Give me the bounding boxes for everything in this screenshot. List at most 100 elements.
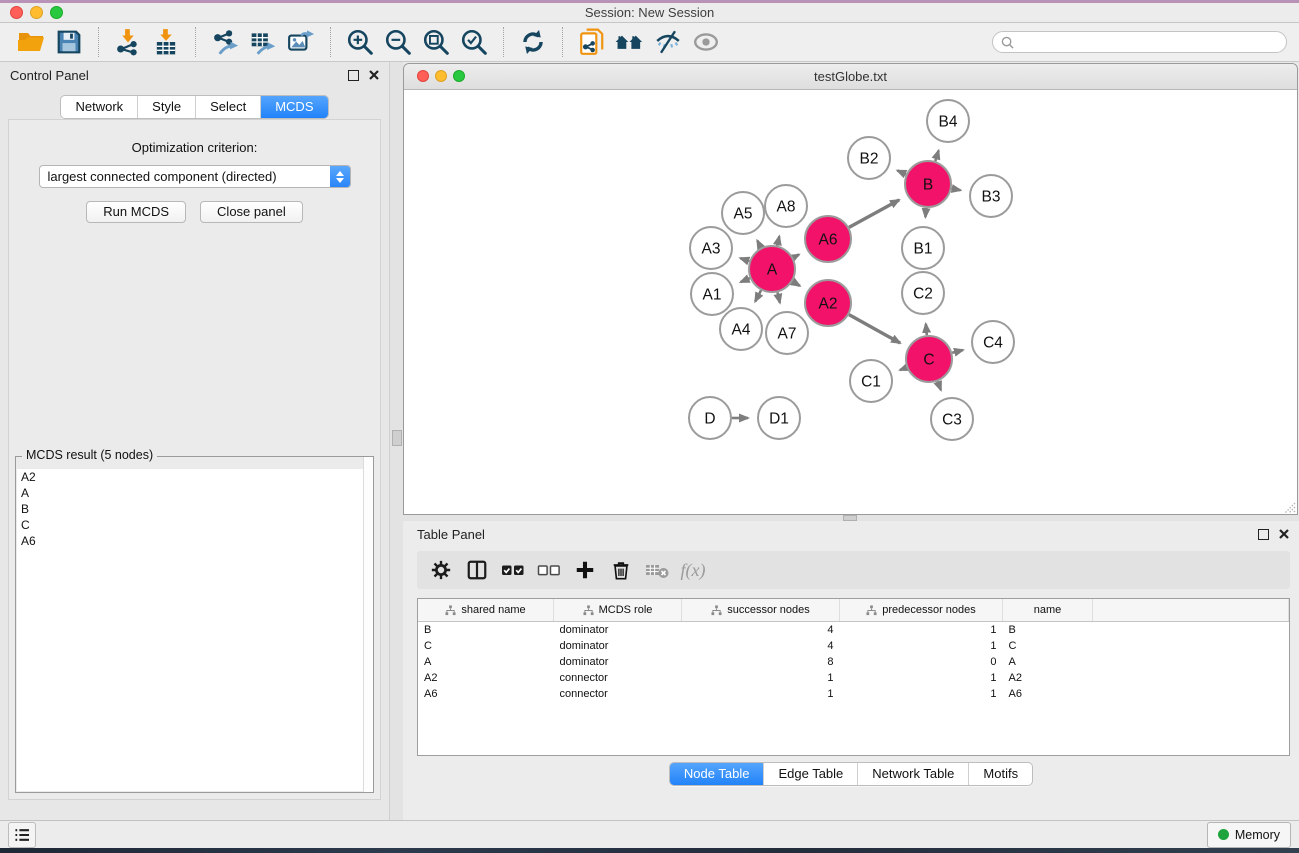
edge-C-C3[interactable] (938, 381, 941, 390)
edge-B-B4[interactable] (935, 151, 938, 162)
table-row[interactable]: Bdominator41B (418, 622, 1289, 639)
node-B2[interactable]: B2 (848, 137, 890, 179)
tab-motifs[interactable]: Motifs (968, 763, 1032, 785)
minimize-window-button[interactable] (30, 6, 43, 19)
network-window-titlebar[interactable]: testGlobe.txt (404, 64, 1297, 90)
network-minimize-button[interactable] (435, 70, 447, 82)
result-list-scrollbar[interactable] (363, 457, 373, 792)
edge-C-C2[interactable] (926, 324, 927, 335)
tab-style[interactable]: Style (137, 96, 195, 118)
node-B[interactable]: B (905, 161, 951, 207)
edge-A-A8[interactable] (777, 236, 779, 245)
vertical-splitter[interactable] (390, 62, 403, 820)
network-zoom-button[interactable] (453, 70, 465, 82)
edge-B-B3[interactable] (952, 189, 961, 191)
result-item[interactable]: A6 (17, 533, 372, 549)
refresh-icon[interactable] (516, 25, 550, 59)
hide-graphics-details-icon[interactable] (651, 25, 685, 59)
tab-node-table[interactable]: Node Table (670, 763, 764, 785)
result-item[interactable]: B (17, 501, 372, 517)
edge-A6-B[interactable] (849, 200, 899, 228)
edge-C-C1[interactable] (900, 368, 907, 371)
node-A1[interactable]: A1 (691, 273, 733, 315)
table-row[interactable]: Cdominator41C (418, 638, 1289, 654)
node-D[interactable]: D (689, 397, 731, 439)
import-network-icon[interactable] (111, 25, 145, 59)
node-C3[interactable]: C3 (931, 398, 973, 440)
clone-network-icon[interactable] (575, 25, 609, 59)
edge-A-A3[interactable] (740, 258, 749, 261)
result-item[interactable]: A (17, 485, 372, 501)
titlebar[interactable]: Session: New Session (0, 3, 1299, 23)
open-file-icon[interactable] (14, 25, 48, 59)
node-B3[interactable]: B3 (970, 175, 1012, 217)
search-box[interactable] (992, 31, 1287, 53)
column-header-successor-nodes[interactable]: successor nodes (682, 599, 840, 622)
unselect-all-columns-icon[interactable] (531, 554, 567, 586)
zoom-out-icon[interactable] (381, 25, 415, 59)
edge-B-B2[interactable] (897, 171, 906, 175)
split-view-icon[interactable] (459, 554, 495, 586)
node-A[interactable]: A (749, 246, 795, 292)
close-panel-button[interactable]: Close panel (200, 201, 303, 223)
node-C2[interactable]: C2 (902, 272, 944, 314)
export-network-icon[interactable] (208, 25, 242, 59)
tab-edge-table[interactable]: Edge Table (763, 763, 857, 785)
node-C1[interactable]: C1 (850, 360, 892, 402)
mcds-result-list[interactable]: A2ABCA6 (17, 469, 372, 791)
column-header-predecessor-nodes[interactable]: predecessor nodes (840, 599, 1003, 622)
edge-A2-C[interactable] (849, 315, 900, 343)
tab-network[interactable]: Network (61, 96, 137, 118)
node-table[interactable]: shared nameMCDS rolesuccessor nodesprede… (417, 598, 1290, 756)
result-item[interactable]: C (17, 517, 372, 533)
table-row[interactable]: A2connector11A2 (418, 670, 1289, 686)
task-history-button[interactable] (8, 822, 36, 848)
edge-B-B1[interactable] (925, 208, 926, 217)
node-A4[interactable]: A4 (720, 308, 762, 350)
node-C[interactable]: C (906, 336, 952, 382)
table-settings-icon[interactable] (423, 554, 459, 586)
export-image-icon[interactable] (284, 25, 318, 59)
zoom-in-icon[interactable] (343, 25, 377, 59)
node-B4[interactable]: B4 (927, 100, 969, 142)
float-panel-icon[interactable] (1258, 529, 1269, 540)
edge-A-A2[interactable] (793, 282, 800, 286)
node-A5[interactable]: A5 (722, 192, 764, 234)
edge-A-A1[interactable] (741, 278, 750, 282)
criterion-dropdown[interactable]: largest connected component (directed) (39, 165, 351, 188)
column-header-name[interactable]: name (1003, 599, 1093, 622)
network-close-button[interactable] (417, 70, 429, 82)
node-A7[interactable]: A7 (766, 312, 808, 354)
add-column-icon[interactable] (567, 554, 603, 586)
edge-A-A7[interactable] (778, 292, 780, 302)
node-C4[interactable]: C4 (972, 321, 1014, 363)
zoom-window-button[interactable] (50, 6, 63, 19)
table-row[interactable]: Adominator80A (418, 654, 1289, 670)
close-window-button[interactable] (10, 6, 23, 19)
search-input[interactable] (1019, 34, 1278, 50)
node-A8[interactable]: A8 (765, 185, 807, 227)
edge-A-A6[interactable] (793, 255, 799, 258)
edge-A-A5[interactable] (757, 241, 761, 248)
edge-A-A4[interactable] (755, 290, 761, 301)
float-panel-icon[interactable] (348, 70, 359, 81)
delete-column-icon[interactable] (603, 554, 639, 586)
export-table-icon[interactable] (246, 25, 280, 59)
splitter-handle[interactable] (392, 430, 402, 446)
save-session-icon[interactable] (52, 25, 86, 59)
zoom-selected-icon[interactable] (457, 25, 491, 59)
column-header-mcds-role[interactable]: MCDS role (554, 599, 682, 622)
memory-button[interactable]: Memory (1207, 822, 1291, 848)
node-A3[interactable]: A3 (690, 227, 732, 269)
node-A6[interactable]: A6 (805, 216, 851, 262)
tab-mcds[interactable]: MCDS (260, 96, 327, 118)
edge-C-C4[interactable] (952, 350, 963, 353)
result-item[interactable]: A2 (17, 469, 372, 485)
close-panel-icon[interactable] (369, 70, 379, 80)
node-A2[interactable]: A2 (805, 280, 851, 326)
tab-network-table[interactable]: Network Table (857, 763, 968, 785)
resize-grip-icon[interactable] (1283, 501, 1296, 514)
select-all-columns-icon[interactable] (495, 554, 531, 586)
import-table-icon[interactable] (149, 25, 183, 59)
node-D1[interactable]: D1 (758, 397, 800, 439)
